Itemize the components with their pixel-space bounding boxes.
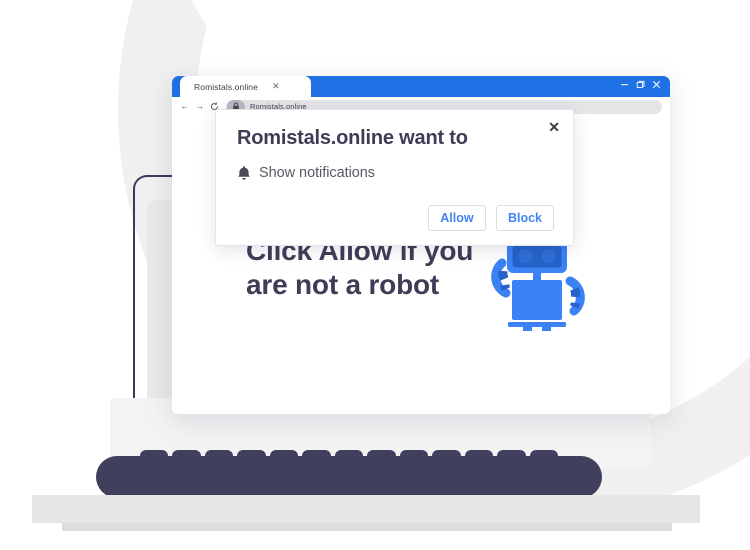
tab-title: Romistals.online	[194, 81, 258, 92]
maximize-icon[interactable]	[636, 80, 645, 89]
permission-label: Show notifications	[259, 165, 375, 181]
notification-permission-dialog: ✕ Romistals.online want to Show notifica…	[215, 109, 574, 246]
back-icon[interactable]: ←	[180, 102, 189, 111]
forward-icon[interactable]: →	[195, 102, 204, 111]
permission-row: Show notifications	[237, 165, 375, 181]
dialog-title: Romistals.online want to	[237, 127, 468, 149]
desk-surface	[32, 495, 700, 523]
tab-close-icon[interactable]: ✕	[272, 82, 280, 91]
window-controls	[620, 80, 661, 89]
bell-icon	[237, 165, 251, 181]
close-icon[interactable]	[652, 80, 661, 89]
browser-tab[interactable]: Romistals.online ✕	[180, 76, 311, 97]
laptop-keyboard	[96, 456, 602, 498]
dialog-actions: Allow Block	[427, 205, 554, 231]
desk-edge	[62, 523, 672, 531]
allow-button[interactable]: Allow	[427, 205, 486, 231]
dialog-close-icon[interactable]: ✕	[548, 120, 560, 134]
block-button[interactable]: Block	[495, 205, 554, 231]
illustration-scene: Romistals.online ✕ ← → Romistals.online …	[0, 0, 750, 550]
browser-titlebar: Romistals.online ✕	[172, 76, 670, 97]
minimize-icon[interactable]	[620, 80, 629, 89]
